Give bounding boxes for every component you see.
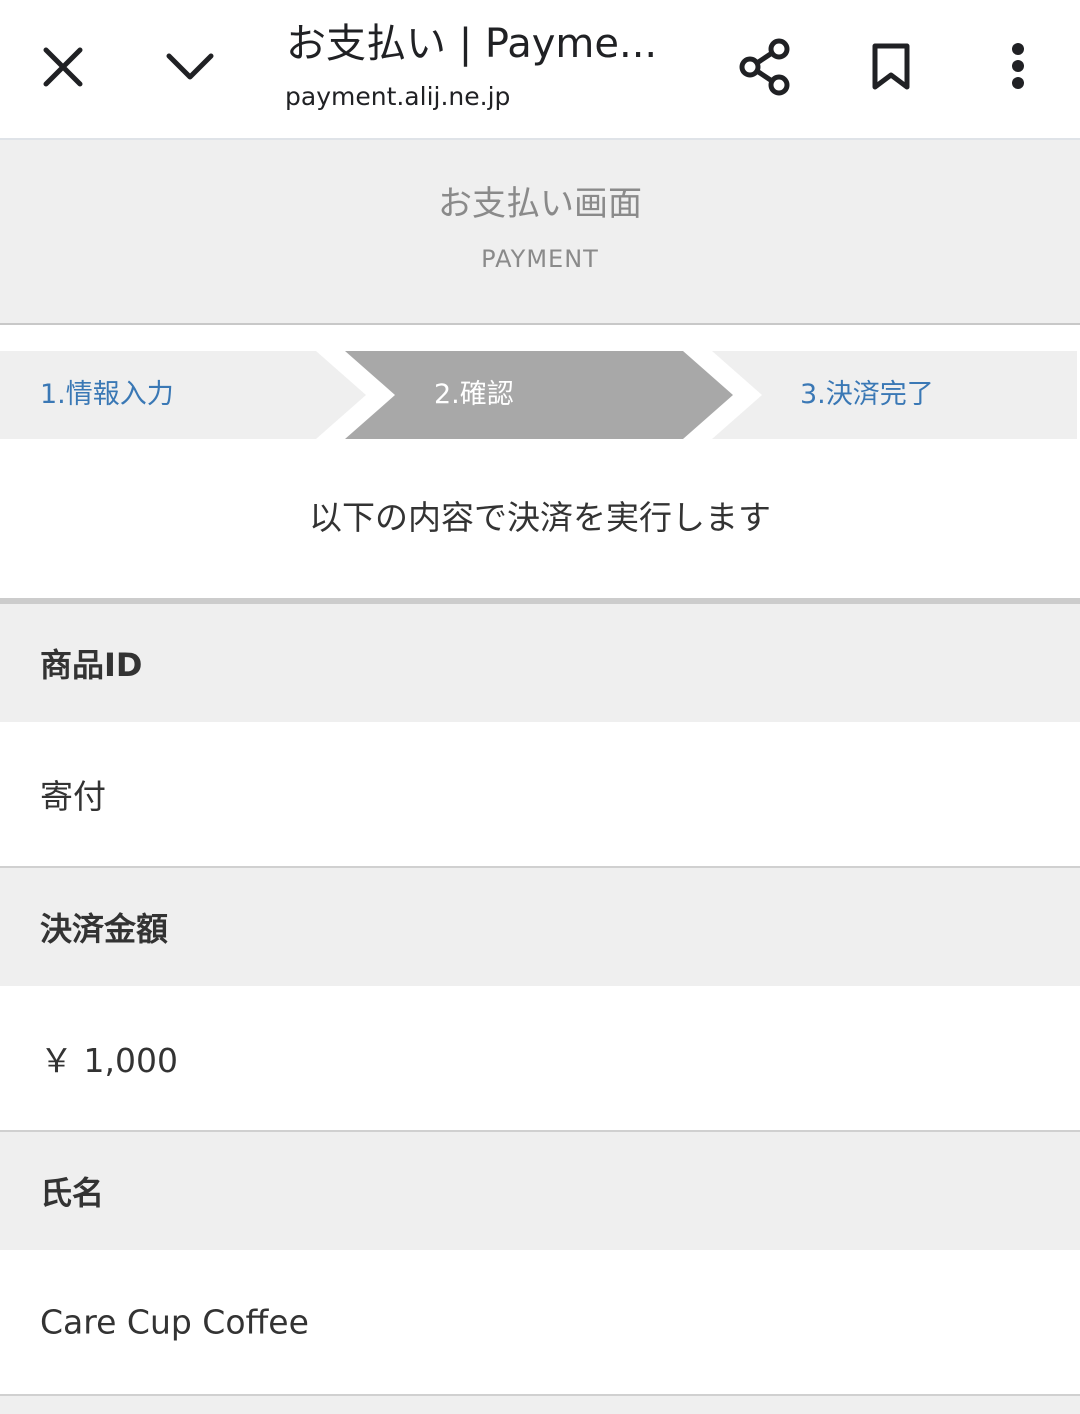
payment-header: お支払い画面 PAYMENT: [0, 140, 1080, 325]
field-value-text: ￥ 1,000: [40, 1041, 178, 1080]
confirm-message: 以下の内容で決済を実行します: [309, 498, 771, 537]
field-value-text: 寄付: [40, 777, 106, 816]
payment-title: お支払い画面: [438, 184, 642, 224]
step-1-label: 1.情報入力: [40, 379, 174, 410]
bookmark-icon[interactable]: [870, 42, 912, 92]
field-value-amount: ￥ 1,000: [0, 986, 1080, 1132]
page-title-tab[interactable]: お支払い | Payme...: [286, 18, 686, 70]
field-value-product-id: 寄付: [0, 722, 1080, 868]
step-progress: 1.情報入力 2.確認 3.決済完了: [0, 351, 1080, 439]
field-label-name: 氏名: [0, 1132, 1080, 1250]
step-2-label: 2.確認: [434, 379, 514, 410]
field-value-text: Care Cup Coffee: [40, 1302, 309, 1342]
field-label-amount: 決済金額: [0, 868, 1080, 986]
field-label-text: 商品ID: [40, 646, 143, 684]
field-value-name: Care Cup Coffee: [0, 1250, 1080, 1396]
field-label-text: 氏名: [40, 1174, 105, 1212]
browser-toolbar: お支払い | Payme... payment.alij.ne.jp: [0, 0, 1080, 140]
step-3-label: 3.決済完了: [800, 379, 934, 410]
step-2-bg: [345, 351, 733, 439]
more-vert-icon[interactable]: [1008, 42, 1028, 92]
payment-subtitle: PAYMENT: [481, 245, 599, 273]
page-url[interactable]: payment.alij.ne.jp: [285, 80, 510, 114]
share-icon[interactable]: [738, 38, 792, 96]
close-icon[interactable]: [40, 44, 86, 90]
next-section-stub: [0, 1396, 1080, 1414]
field-label-text: 決済金額: [40, 910, 169, 948]
field-label-product-id: 商品ID: [0, 604, 1080, 722]
chevron-down-icon[interactable]: [164, 46, 216, 86]
